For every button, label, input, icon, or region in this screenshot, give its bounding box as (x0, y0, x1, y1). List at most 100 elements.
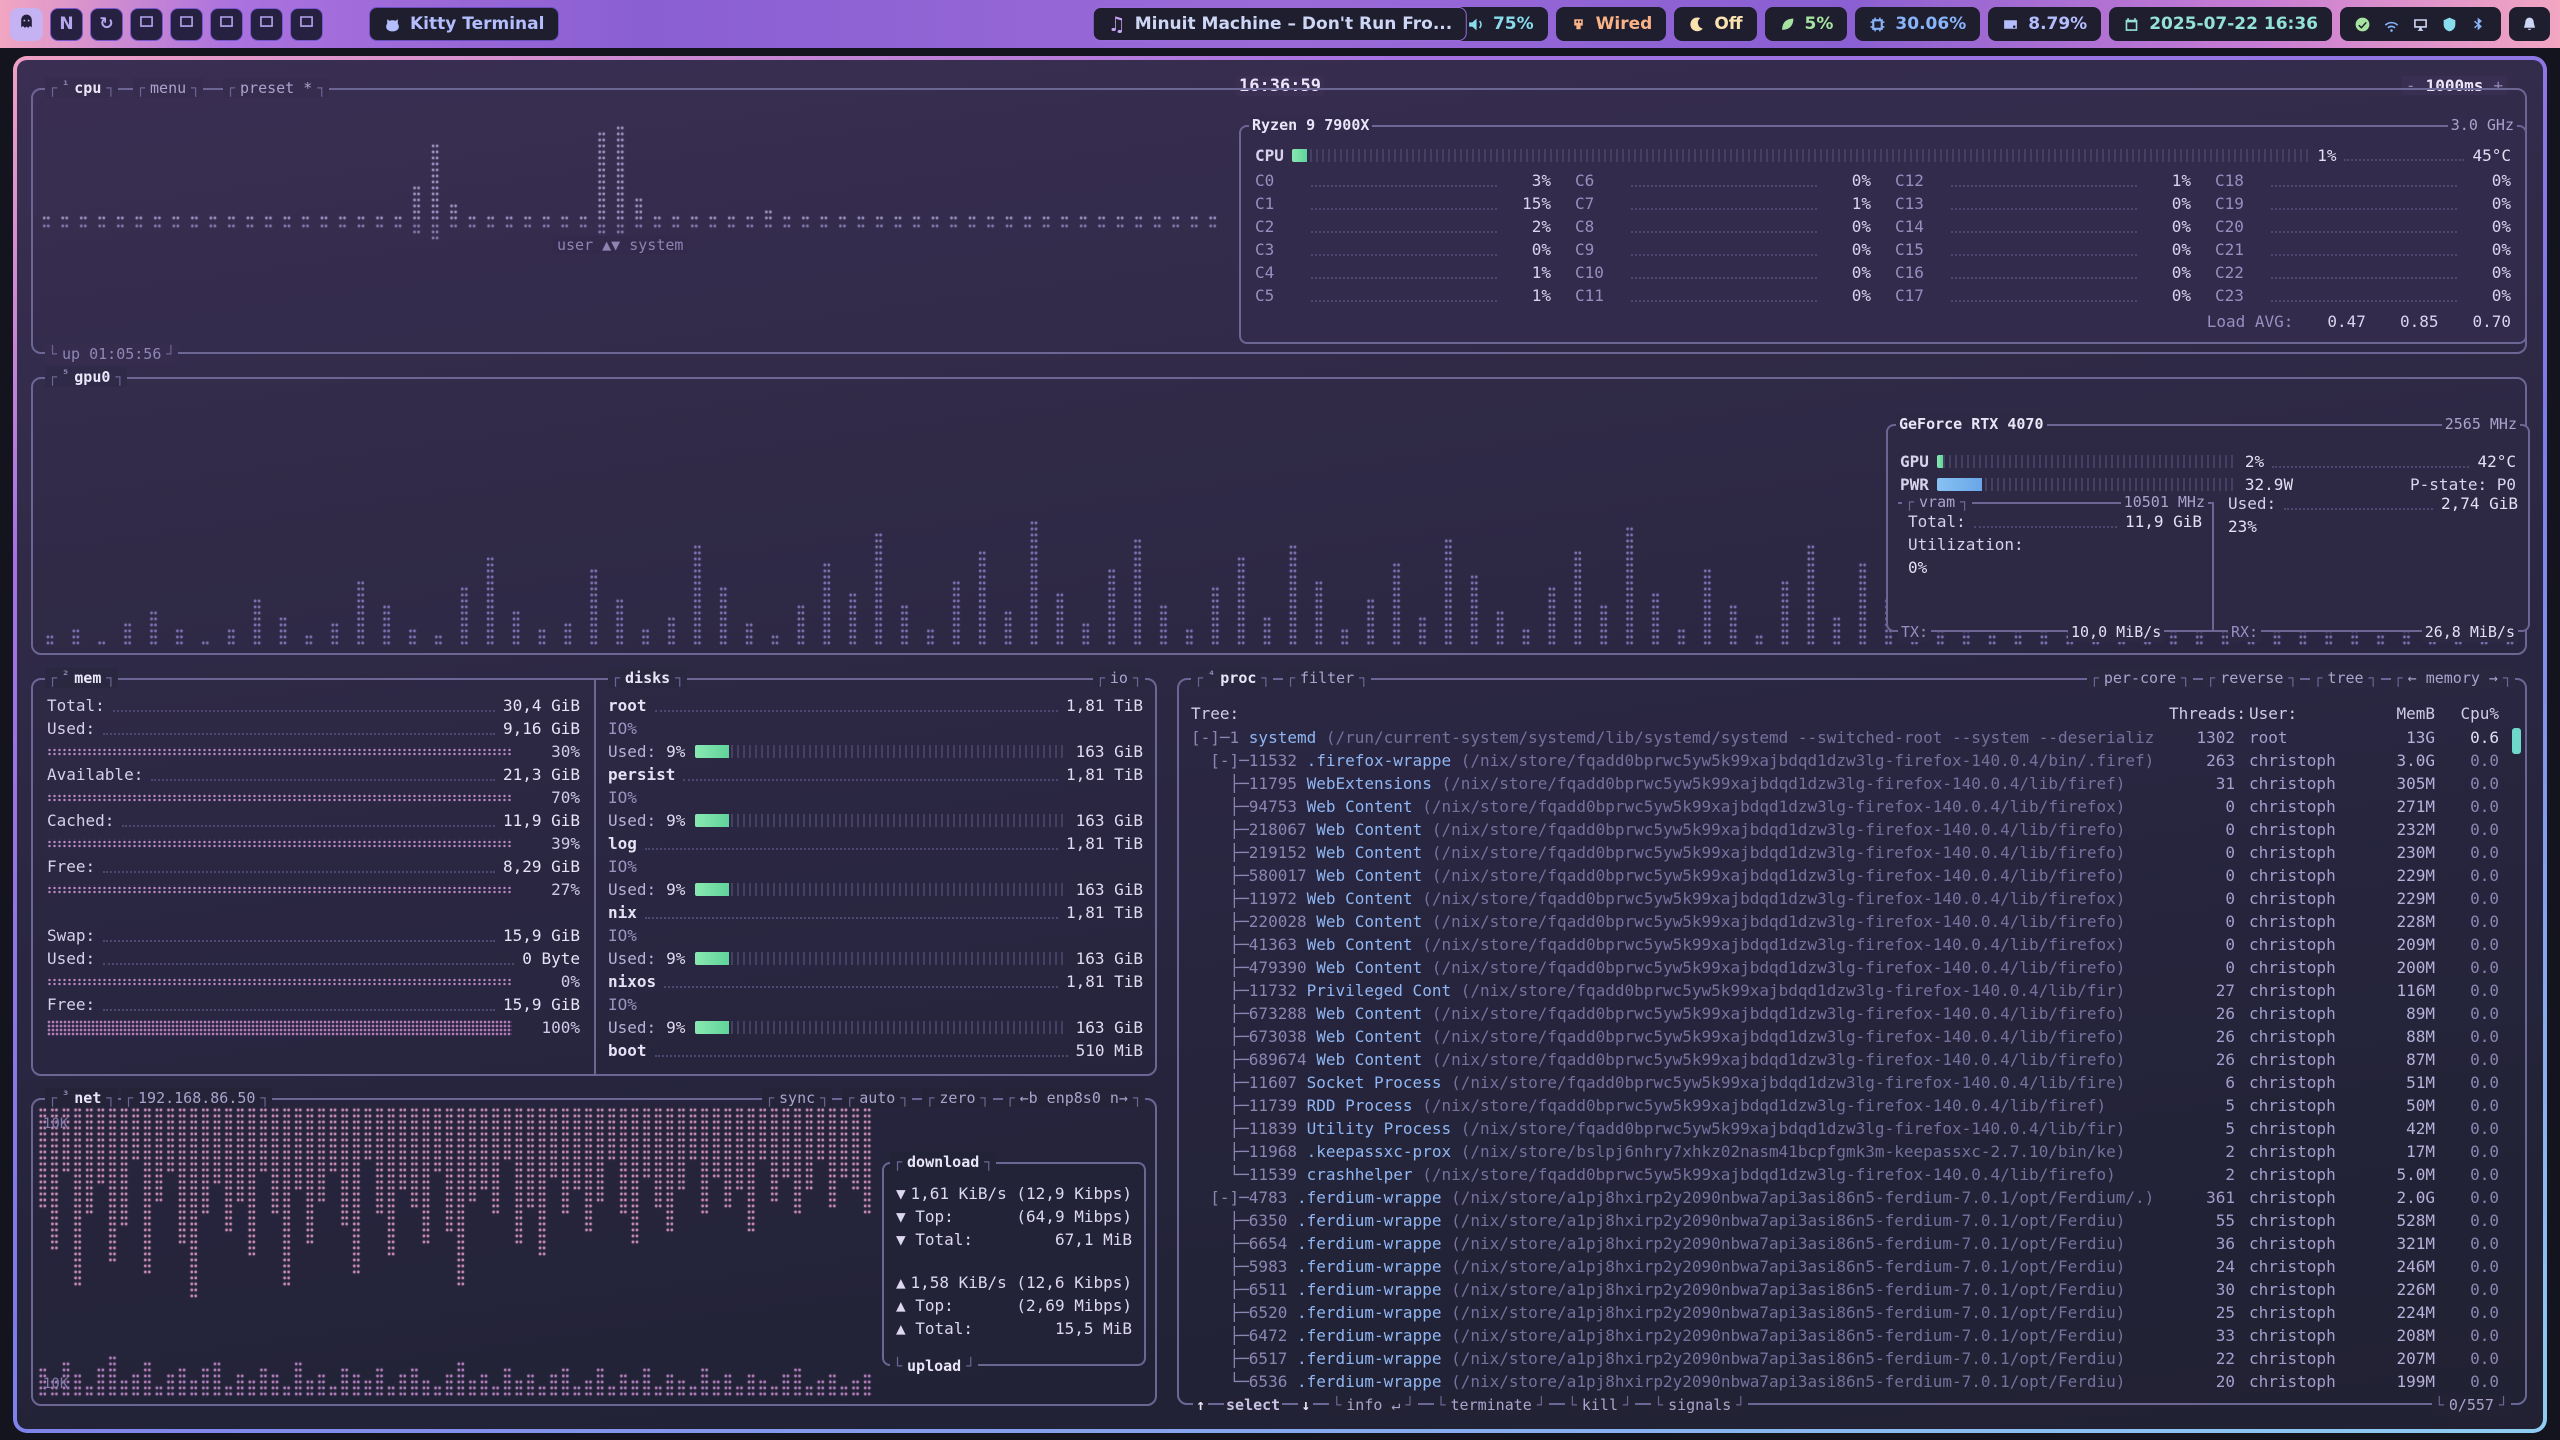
mem-stat-percent: 27% (518, 880, 580, 899)
nvim-icon: N (59, 14, 73, 34)
monitor-icon[interactable] (2412, 16, 2429, 33)
bluetooth-icon[interactable] (2470, 16, 2487, 33)
reverse-button[interactable]: reverse (2203, 668, 2300, 688)
process-row[interactable]: ├─94753 Web Content (/nix/store/fqadd0bp… (1191, 795, 2499, 818)
process-row[interactable]: ├─220028 Web Content (/nix/store/fqadd0b… (1191, 910, 2499, 933)
workspace-5[interactable] (170, 8, 203, 41)
process-row[interactable]: ├─6520 .ferdium-wrappe (/nix/store/a1pj8… (1191, 1301, 2499, 1324)
process-user: christoph (2235, 797, 2359, 816)
process-row[interactable]: ├─6350 .ferdium-wrappe (/nix/store/a1pj8… (1191, 1209, 2499, 1232)
process-pid: ├─673288 (1191, 1004, 1316, 1023)
process-row[interactable]: ├─6654 .ferdium-wrappe (/nix/store/a1pj8… (1191, 1232, 2499, 1255)
sort-selector[interactable]: ← memory → (2391, 668, 2515, 688)
process-row[interactable]: [-]─11532 .firefox-wrappe (/nix/store/fq… (1191, 749, 2499, 772)
process-row[interactable]: ├─11739 RDD Process (/nix/store/fqadd0bp… (1191, 1094, 2499, 1117)
process-row[interactable]: ├─6472 .ferdium-wrappe (/nix/store/a1pj8… (1191, 1324, 2499, 1347)
process-row[interactable]: ├─673038 Web Content (/nix/store/fqadd0b… (1191, 1025, 2499, 1048)
net-interface-switcher[interactable]: ←b enp8s0 n→ (1003, 1088, 1145, 1108)
cpu-temperature: 45°C (2472, 146, 2511, 165)
header-cpu[interactable]: Cpu% (2435, 704, 2499, 723)
process-row[interactable]: ├─11732 Privileged Cont (/nix/store/fqad… (1191, 979, 2499, 1002)
proc-table-header: Tree: Threads: User: MemB Cpu% (1191, 702, 2499, 725)
cpu-meter-label: CPU (1255, 146, 1284, 165)
process-name: .ferdium-wrappe (1297, 1326, 1451, 1345)
process-row[interactable]: [-]─4783 .ferdium-wrappe (/nix/store/a1p… (1191, 1186, 2499, 1209)
net-auto-button[interactable]: auto (842, 1088, 912, 1108)
notification-module[interactable] (2509, 7, 2550, 41)
workspace-7[interactable] (250, 8, 283, 41)
mem-mini-graph (47, 885, 512, 894)
workspace-6[interactable] (210, 8, 243, 41)
network-module[interactable]: Wired (1556, 7, 1667, 41)
process-row[interactable]: ├─673288 Web Content (/nix/store/fqadd0b… (1191, 1002, 2499, 1025)
process-row[interactable]: ├─11795 WebExtensions (/nix/store/fqadd0… (1191, 772, 2499, 795)
process-row[interactable]: ├─580017 Web Content (/nix/store/fqadd0b… (1191, 864, 2499, 887)
check-icon[interactable] (2354, 16, 2371, 33)
process-row[interactable]: ├─11968 .keepassxc-prox (/nix/store/bslp… (1191, 1140, 2499, 1163)
wifi-icon[interactable] (2383, 16, 2400, 33)
select-down-key[interactable]: ↓ (1298, 1396, 1313, 1414)
media-module[interactable]: ♫ Minuit Machine – Don't Run Fro... (1093, 7, 1467, 41)
menu-button[interactable]: menu (133, 78, 203, 98)
terminate-button[interactable]: terminate (1434, 1395, 1549, 1415)
process-row[interactable]: ├─219152 Web Content (/nix/store/fqadd0b… (1191, 841, 2499, 864)
process-pid: ├─11732 (1191, 981, 1307, 1000)
process-cpu: 0.0 (2435, 889, 2499, 908)
volume-module[interactable]: 75% (1453, 7, 1548, 41)
process-cpu: 0.0 (2435, 797, 2499, 816)
shield-icon[interactable] (2441, 16, 2458, 33)
process-row[interactable]: └─11539 crashhelper (/nix/store/fqadd0bp… (1191, 1163, 2499, 1186)
net-zero-button[interactable]: zero (922, 1088, 992, 1108)
process-row[interactable]: ├─689674 Web Content (/nix/store/fqadd0b… (1191, 1048, 2499, 1071)
proc-panel-number: ⁴ (1208, 665, 1215, 685)
process-row[interactable]: └─6536 .ferdium-wrappe (/nix/store/a1pj8… (1191, 1370, 2499, 1393)
net-lines: ▼1,61 KiB/s (12,9 Kibps)▼ Top:(64,9 Mibp… (896, 1182, 1132, 1340)
header-user[interactable]: User: (2235, 704, 2359, 723)
memory-module[interactable]: 30.06% (1855, 7, 1980, 41)
disk-used-label: Used: (608, 880, 656, 899)
workspace-8[interactable] (290, 8, 323, 41)
process-row[interactable]: ├─6517 .ferdium-wrappe (/nix/store/a1pj8… (1191, 1347, 2499, 1370)
signals-button[interactable]: signals (1651, 1395, 1748, 1415)
gpu-rx-label: RX: (2228, 622, 2261, 642)
filter-button[interactable]: filter (1283, 668, 1371, 688)
core-C18: C180% (2215, 169, 2511, 192)
idle-inhibitor-module[interactable]: Off (1674, 7, 1756, 41)
process-row[interactable]: [-]─1 systemd (/run/current-system/syste… (1191, 726, 2499, 749)
cpu-graph-mode-toggle[interactable]: user ▲▼ system (553, 236, 687, 254)
io-mode-button[interactable]: io (1093, 668, 1145, 688)
header-tree[interactable]: Tree: (1191, 704, 2169, 723)
disk-module[interactable]: 8.79% (1988, 7, 2101, 41)
process-row[interactable]: ├─41363 Web Content (/nix/store/fqadd0bp… (1191, 933, 2499, 956)
process-row[interactable]: ├─479390 Web Content (/nix/store/fqadd0b… (1191, 956, 2499, 979)
proc-scrollbar-thumb[interactable] (2512, 728, 2521, 754)
window-icon (178, 13, 195, 35)
kill-button[interactable]: kill (1565, 1395, 1635, 1415)
mem-mini-graph (47, 747, 512, 756)
process-row[interactable]: ├─218067 Web Content (/nix/store/fqadd0b… (1191, 818, 2499, 841)
workspace-1[interactable] (10, 8, 43, 41)
net-sync-button[interactable]: sync (762, 1088, 832, 1108)
process-row[interactable]: ├─6511 .ferdium-wrappe (/nix/store/a1pj8… (1191, 1278, 2499, 1301)
process-row[interactable]: ├─11607 Socket Process (/nix/store/fqadd… (1191, 1071, 2499, 1094)
tree-button[interactable]: tree (2310, 668, 2380, 688)
window-title-module[interactable]: Kitty Terminal (369, 7, 559, 41)
info-button[interactable]: info ↵ (1329, 1395, 1417, 1415)
volume-value: 75% (1493, 14, 1534, 34)
select-up-key[interactable]: ↑ (1193, 1396, 1208, 1414)
per-core-button[interactable]: per-core (2087, 668, 2193, 688)
workspace-2[interactable]: N (50, 8, 83, 41)
process-row[interactable]: ├─11839 Utility Process (/nix/store/fqad… (1191, 1117, 2499, 1140)
process-row[interactable]: ├─5983 .ferdium-wrappe (/nix/store/a1pj8… (1191, 1255, 2499, 1278)
header-threads[interactable]: Threads: (2169, 704, 2235, 723)
clock-module[interactable]: 2025-07-22 16:36 (2109, 7, 2332, 41)
process-command: (/nix/store/a1pj8hxirp2y2090nbwa7api3asi… (1451, 1257, 2125, 1276)
process-cpu: 0.0 (2435, 1073, 2499, 1092)
workspace-4[interactable] (130, 8, 163, 41)
workspace-3[interactable]: ↻ (90, 8, 123, 41)
header-memb[interactable]: MemB (2359, 704, 2435, 723)
preset-button[interactable]: preset * (223, 78, 329, 98)
process-row[interactable]: ├─11972 Web Content (/nix/store/fqadd0bp… (1191, 887, 2499, 910)
cpu-usage-graph (37, 96, 1222, 346)
temperature-module[interactable]: 5% (1765, 7, 1848, 41)
